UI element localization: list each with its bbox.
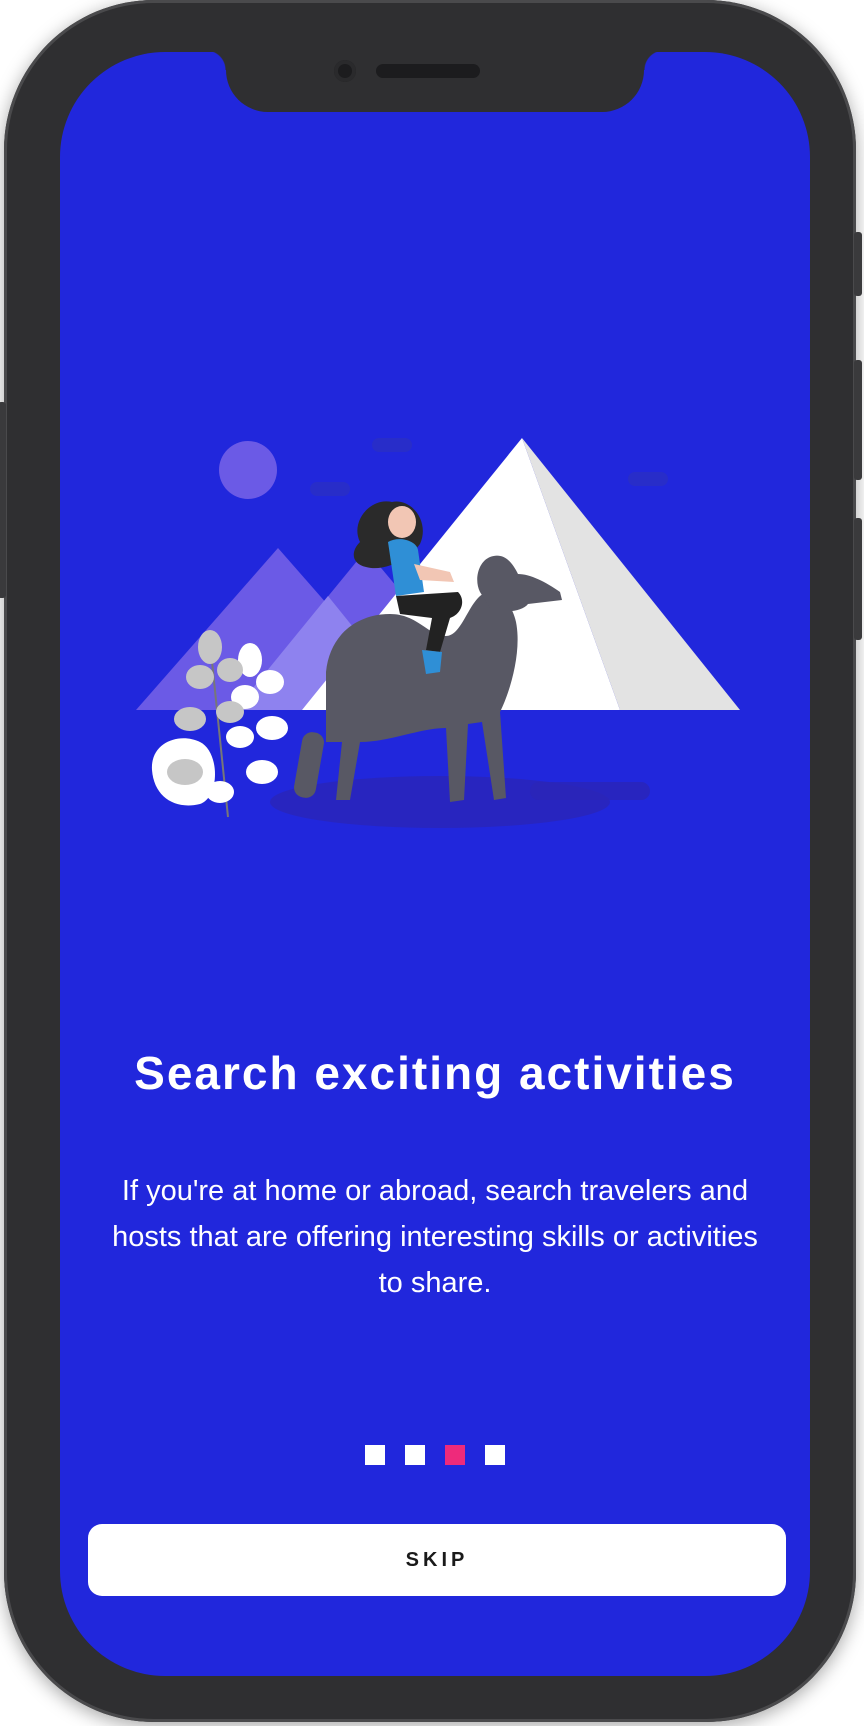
app-screen: Search exciting activities If you're at … <box>60 52 810 1676</box>
cloud-shape <box>372 438 412 452</box>
phone-volume-up-button <box>854 232 862 296</box>
pagination-dot-4[interactable] <box>485 1445 505 1465</box>
onboarding-title: Search exciting activities <box>134 1047 736 1099</box>
camel-pyramids-illustration <box>136 438 740 828</box>
cloud-shape <box>310 482 350 496</box>
pagination-dot-1[interactable] <box>365 1445 385 1465</box>
cloud-shape <box>628 472 668 486</box>
pagination-dot-3-active[interactable] <box>445 1445 465 1465</box>
phone-side-button <box>0 402 6 598</box>
phone-power-button <box>854 518 862 640</box>
skip-button[interactable]: SKIP <box>88 1524 786 1596</box>
phone-frame: Search exciting activities If you're at … <box>0 0 862 1722</box>
pagination-dots <box>60 1445 810 1465</box>
phone-volume-down-button <box>854 360 862 480</box>
onboarding-description: If you're at home or abroad, search trav… <box>112 1175 758 1299</box>
sun-shape <box>219 441 277 499</box>
pagination-dot-2[interactable] <box>405 1445 425 1465</box>
ground-shadow-extension <box>530 782 650 800</box>
